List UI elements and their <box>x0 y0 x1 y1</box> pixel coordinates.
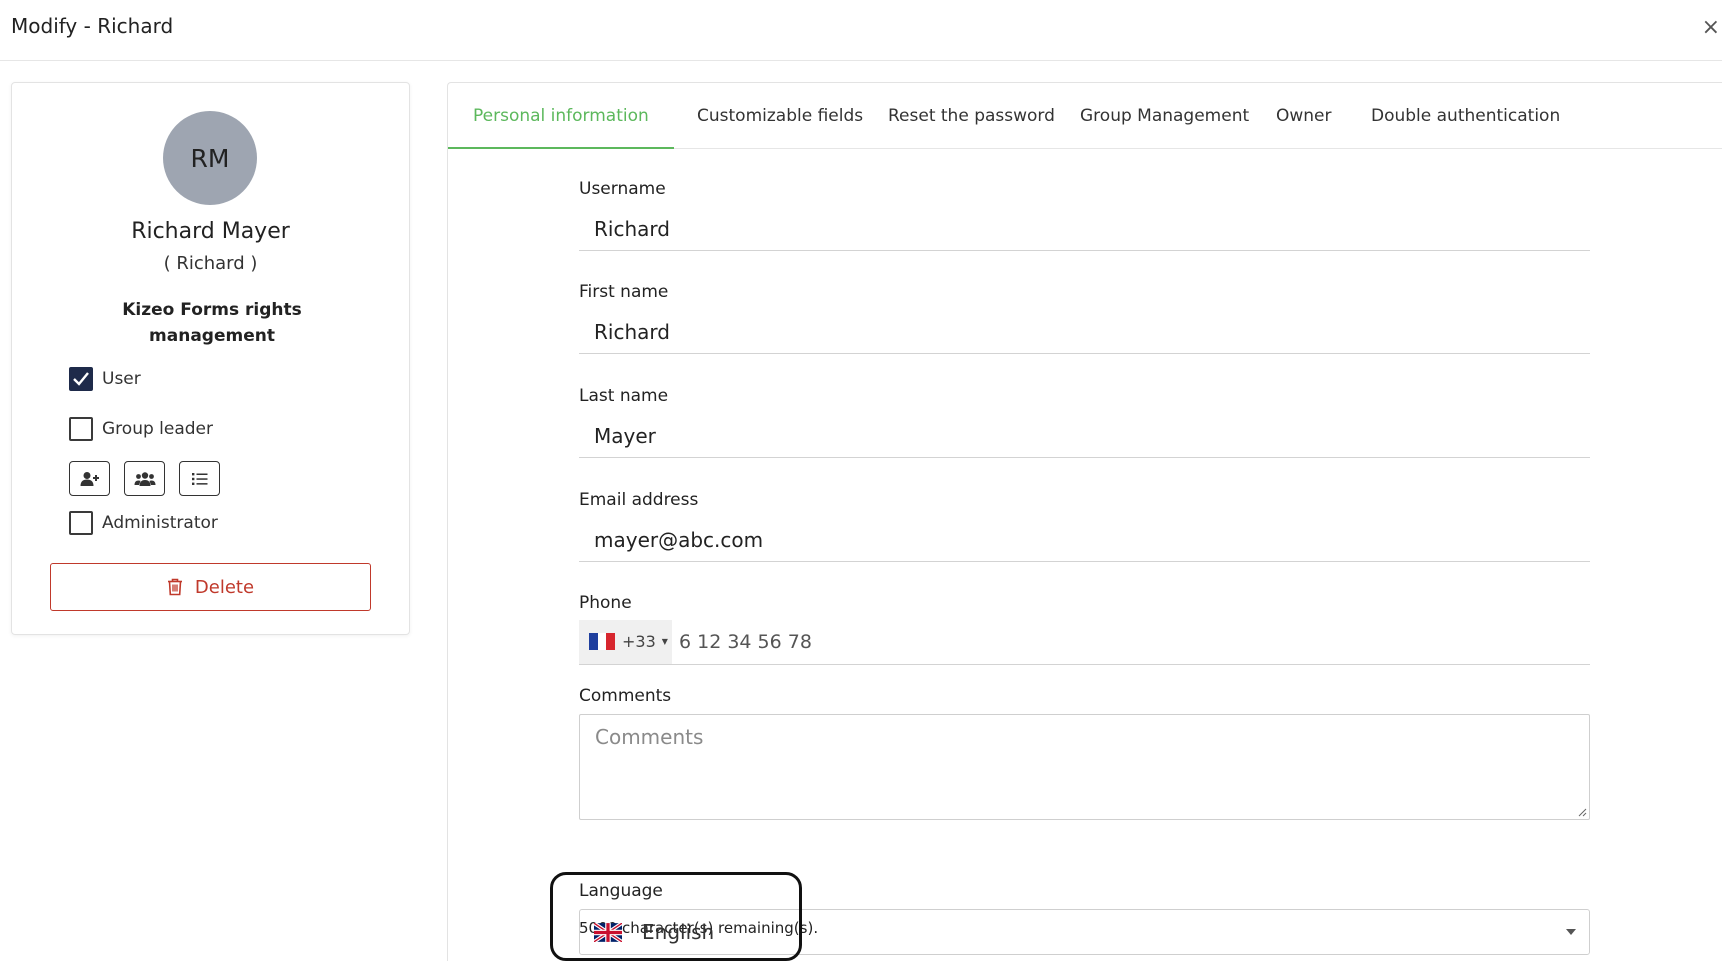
role-label: User <box>102 369 141 389</box>
users-group-icon <box>134 471 155 486</box>
phone-number-input[interactable]: 6 12 34 56 78 <box>679 631 812 653</box>
tab-owner[interactable]: Owner <box>1251 83 1357 149</box>
language-label: Language <box>579 881 663 901</box>
trash-icon <box>167 578 182 596</box>
modal-header: Modify - Richard × <box>0 0 1722 61</box>
profile-username: ( Richard ) <box>163 253 258 274</box>
chevron-down-icon: ▼ <box>661 637 668 646</box>
last-name-label: Last name <box>579 386 669 406</box>
comments-field: Comments Comments <box>579 686 1590 820</box>
first-name-label: First name <box>579 282 669 302</box>
avatar: RM <box>163 111 257 205</box>
group-leader-actions <box>69 461 220 496</box>
tab-customizable-fields[interactable]: Customizable fields <box>672 83 888 149</box>
role-user-checkbox[interactable]: User <box>69 367 141 391</box>
phone-row: +33 ▼ 6 12 34 56 78 <box>579 619 1590 665</box>
france-flag-icon <box>589 633 616 650</box>
resize-grip-icon[interactable] <box>1577 807 1587 817</box>
tab-double-authentication[interactable]: Double authentication <box>1346 83 1585 149</box>
phone-field: Phone +33 ▼ 6 12 34 56 78 <box>579 593 1590 665</box>
chevron-down-icon <box>1566 929 1576 935</box>
email-label: Email address <box>579 490 699 510</box>
tab-bar: Personal information Customizable fields… <box>448 83 1722 149</box>
checkbox-unchecked[interactable] <box>69 511 93 535</box>
language-value: English <box>642 920 715 944</box>
last-name-field: Last name Mayer <box>579 386 1590 458</box>
profile-card: RM Richard Mayer ( Richard ) Kizeo Forms… <box>11 82 410 635</box>
profile-full-name: Richard Mayer <box>131 219 290 244</box>
users-group-button[interactable] <box>124 461 165 496</box>
comments-textarea[interactable]: Comments <box>579 714 1590 820</box>
language-field: Language English <box>579 881 1590 955</box>
country-code-select[interactable]: +33 ▼ <box>579 619 672 664</box>
delete-button[interactable]: Delete <box>50 563 371 611</box>
checkbox-checked[interactable] <box>69 367 93 391</box>
add-user-button[interactable] <box>69 461 110 496</box>
delete-label: Delete <box>194 576 255 598</box>
first-name-input[interactable]: Richard <box>579 310 1590 354</box>
add-user-icon <box>80 471 99 486</box>
role-label: Group leader <box>102 419 213 439</box>
list-button[interactable] <box>179 461 220 496</box>
email-field: Email address mayer@abc.com <box>579 490 1590 562</box>
comments-placeholder: Comments <box>595 725 704 749</box>
form-card: Personal information Customizable fields… <box>447 82 1722 961</box>
rights-title: Kizeo Forms rights management <box>122 300 302 346</box>
username-input[interactable]: Richard <box>579 207 1590 251</box>
tab-reset-password[interactable]: Reset the password <box>863 83 1080 149</box>
close-icon[interactable]: × <box>1702 16 1720 40</box>
last-name-input[interactable]: Mayer <box>579 414 1590 458</box>
modal-title: Modify - Richard <box>11 14 174 38</box>
uk-flag-icon <box>594 922 622 942</box>
email-input[interactable]: mayer@abc.com <box>579 518 1590 562</box>
tab-group-management[interactable]: Group Management <box>1055 83 1274 149</box>
username-field: Username Richard <box>579 179 1590 251</box>
language-select[interactable]: English <box>579 909 1590 955</box>
checkmark-icon <box>73 372 89 386</box>
role-label: Administrator <box>102 513 218 533</box>
username-label: Username <box>579 179 666 199</box>
comments-label: Comments <box>579 686 672 706</box>
country-dial-code: +33 <box>622 632 656 651</box>
list-icon <box>191 472 207 485</box>
checkbox-unchecked[interactable] <box>69 417 93 441</box>
tab-personal-information[interactable]: Personal information <box>448 83 674 149</box>
phone-label: Phone <box>579 593 632 613</box>
role-administrator-checkbox[interactable]: Administrator <box>69 511 218 535</box>
role-group-leader-checkbox[interactable]: Group leader <box>69 417 213 441</box>
first-name-field: First name Richard <box>579 282 1590 354</box>
